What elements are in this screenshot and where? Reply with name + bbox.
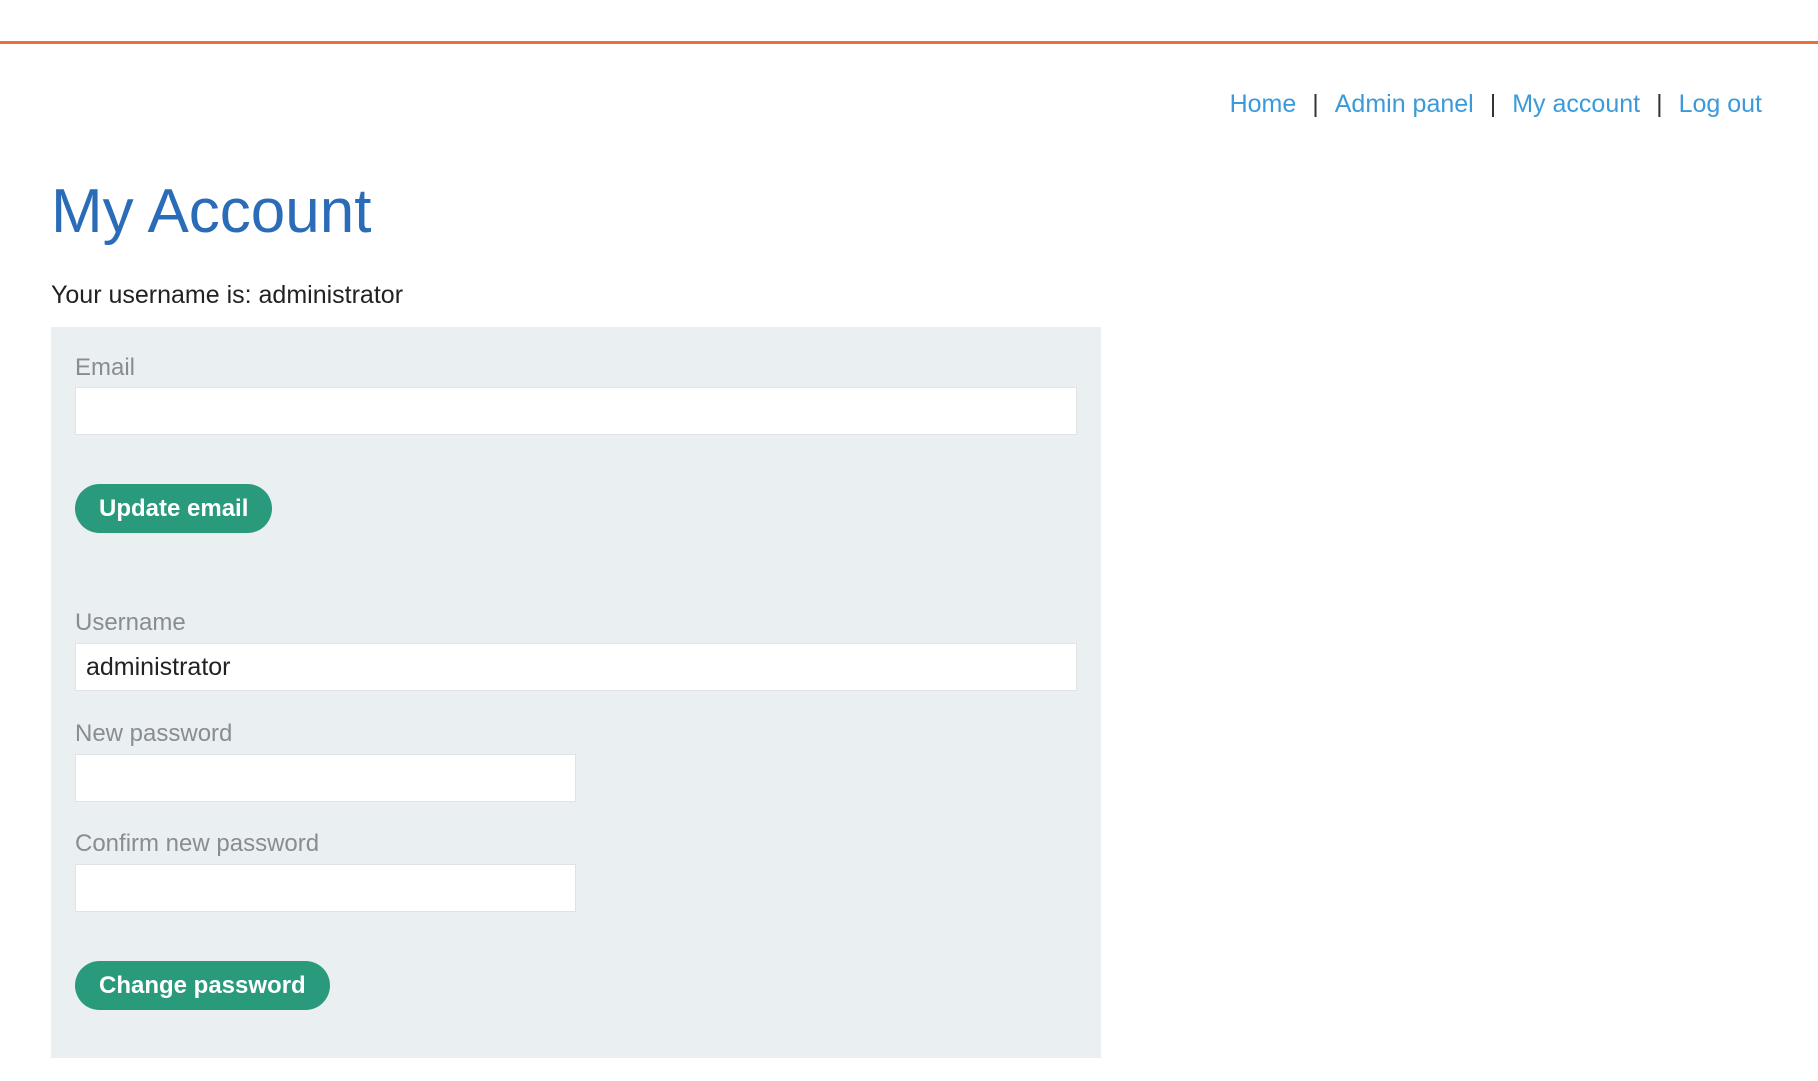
page-title: My Account (51, 177, 372, 246)
nav-link-home[interactable]: Home (1230, 90, 1297, 119)
new-password-label: New password (75, 720, 233, 747)
nav-separator: | (1656, 90, 1663, 118)
nav-link-my-account[interactable]: My account (1512, 90, 1640, 119)
account-form-panel: Email Update email Username New password… (51, 327, 1101, 1058)
email-input[interactable] (75, 387, 1077, 435)
nav-link-log-out[interactable]: Log out (1679, 90, 1762, 119)
username-display: Your username is: administrator (51, 281, 404, 309)
email-label: Email (75, 354, 136, 381)
nav-separator: | (1489, 90, 1497, 118)
confirm-password-input[interactable] (75, 864, 576, 912)
nav-separator: | (1312, 90, 1319, 118)
top-navigation: Home | Admin panel | My account | Log ou… (1230, 90, 1762, 119)
username-input[interactable] (75, 643, 1077, 691)
confirm-password-label: Confirm new password (75, 830, 320, 857)
update-email-button[interactable]: Update email (75, 484, 273, 533)
new-password-input[interactable] (75, 754, 576, 802)
username-label: Username (75, 609, 186, 636)
header-accent-rule (0, 41, 1818, 44)
change-password-button[interactable]: Change password (75, 961, 330, 1010)
nav-link-admin-panel[interactable]: Admin panel (1335, 90, 1474, 119)
